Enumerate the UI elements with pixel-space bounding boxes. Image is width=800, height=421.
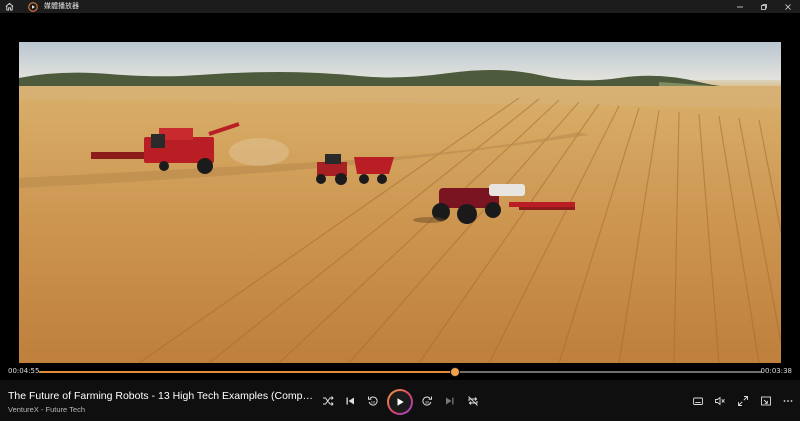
repeat-icon <box>468 396 478 406</box>
close-button[interactable] <box>776 0 800 13</box>
media-title: The Future of Farming Robots - 13 High T… <box>8 390 313 402</box>
volume-button[interactable] <box>709 390 731 412</box>
mini-player-button[interactable] <box>755 390 777 412</box>
more-options-button[interactable] <box>777 390 799 412</box>
title-bar: 媒體播放器 <box>0 0 800 13</box>
window-controls <box>728 0 800 13</box>
media-player-app-icon <box>26 0 40 13</box>
home-button[interactable] <box>0 0 18 13</box>
home-icon <box>5 2 13 11</box>
seek-bar-row: 00:04:55 00:03:38 <box>0 365 800 379</box>
svg-text:30: 30 <box>425 400 430 404</box>
shuffle-icon <box>323 396 334 406</box>
fullscreen-icon <box>738 396 748 406</box>
forward-30-icon: 30 <box>422 396 432 406</box>
rewind-10-icon: 10 <box>368 396 378 406</box>
remaining-time: 00:03:38 <box>760 367 792 375</box>
more-options-icon <box>783 400 793 402</box>
fullscreen-button[interactable] <box>732 390 754 412</box>
close-icon <box>785 3 791 10</box>
mini-player-icon <box>761 396 771 406</box>
next-button[interactable] <box>439 390 461 412</box>
play-button-inner <box>389 391 411 413</box>
video-frame[interactable] <box>19 42 781 363</box>
repeat-button[interactable] <box>462 390 484 412</box>
maximize-button[interactable] <box>752 0 776 13</box>
next-icon <box>446 397 454 405</box>
current-time: 00:04:55 <box>8 367 40 375</box>
previous-button[interactable] <box>339 390 361 412</box>
maximize-icon <box>761 3 767 10</box>
shuffle-button[interactable] <box>317 390 339 412</box>
control-bar: The Future of Farming Robots - 13 High T… <box>0 380 800 421</box>
captions-icon <box>693 397 703 405</box>
play-button[interactable] <box>387 389 413 415</box>
seek-bar[interactable] <box>39 368 762 376</box>
forward-30-button[interactable]: 30 <box>416 390 438 412</box>
play-icon <box>397 398 404 406</box>
volume-mute-icon <box>715 396 725 406</box>
captions-button[interactable] <box>687 390 709 412</box>
seek-bar-progress <box>39 371 455 373</box>
window-title: 媒體播放器 <box>44 2 79 10</box>
previous-icon <box>346 397 354 405</box>
minimize-icon <box>737 6 743 7</box>
svg-text:10: 10 <box>371 400 376 404</box>
seek-bar-thumb[interactable] <box>450 368 459 376</box>
media-subtitle: VentureX - Future Tech <box>8 405 85 414</box>
video-area[interactable] <box>0 13 800 364</box>
video-frame-image <box>19 42 781 363</box>
minimize-button[interactable] <box>728 0 752 13</box>
rewind-10-button[interactable]: 10 <box>362 390 384 412</box>
